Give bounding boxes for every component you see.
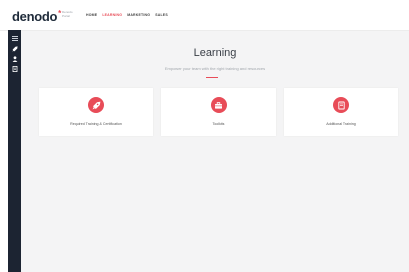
card-toolkits[interactable]: Toolkits [161,88,276,136]
nav-home[interactable]: HOME [86,13,97,17]
main-content: Learning Empower your team with the righ… [21,31,409,272]
main-nav: HOME LEARNING MARKETING SALES [86,13,168,17]
card-label: Required Training & Certification [70,122,122,126]
book-icon [333,97,349,113]
portal-name: Denodo Portal [62,10,82,18]
logo-mark: * [58,9,61,18]
rocket-icon[interactable] [11,45,18,52]
nav-marketing[interactable]: MARKETING [127,13,150,17]
document-icon[interactable] [11,65,18,72]
card-required-training[interactable]: Required Training & Certification [39,88,153,136]
nav-learning[interactable]: LEARNING [102,13,122,17]
card-additional-training[interactable]: Additional Training [284,88,398,136]
top-navigation-bar: denodo* Denodo Portal HOME LEARNING MARK… [0,0,409,31]
menu-icon[interactable] [11,35,18,42]
rocket-icon [88,97,104,113]
title-divider [206,77,218,78]
portal-line-2: Portal [62,14,70,18]
person-icon[interactable] [11,55,18,62]
app-window: denodo* Denodo Portal HOME LEARNING MARK… [0,0,409,272]
toolbox-icon [210,97,227,113]
page-subtitle: Empower your team with the right trainin… [164,66,266,71]
page-title: Learning [193,47,237,59]
sidebar [8,30,21,272]
card-label: Toolkits [212,122,225,126]
denodo-logo[interactable]: denodo* [12,9,61,24]
card-label: Additional Training [326,122,356,126]
logo-text: denodo [12,9,58,24]
nav-sales[interactable]: SALES [155,13,168,17]
